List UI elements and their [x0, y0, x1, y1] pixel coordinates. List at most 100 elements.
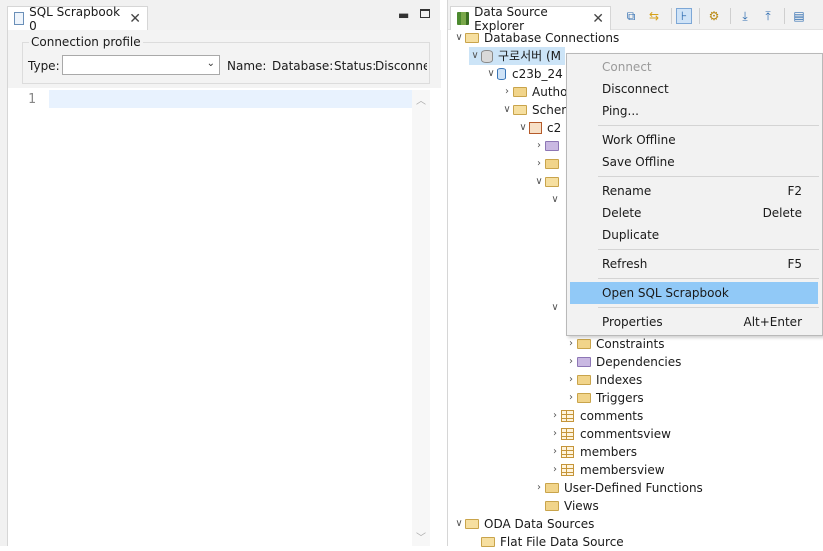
new-connection-icon[interactable]: ⚙ — [706, 8, 722, 24]
menu-item-disconnect[interactable]: Disconnect — [570, 78, 818, 100]
tree-user-defined-functions[interactable]: › User-Defined Functions — [533, 479, 703, 497]
scroll-down-icon[interactable]: ﹀ — [416, 529, 426, 544]
folder-open-icon — [513, 105, 527, 115]
table-icon — [561, 410, 574, 422]
editor-scrollbar[interactable]: ︿ ﹀ — [412, 90, 430, 546]
folder-open-icon — [465, 33, 479, 43]
hierarchy-toggle-icon[interactable]: ⊦ — [676, 8, 692, 24]
menu-item-open-sql-scrapbook[interactable]: Open SQL Scrapbook — [570, 282, 818, 304]
menu-item-delete[interactable]: Delete Delete — [570, 202, 818, 224]
chevron-right-icon[interactable]: › — [565, 371, 577, 389]
chevron-right-icon[interactable]: › — [501, 83, 513, 101]
tree-label: Views — [564, 499, 599, 513]
tree-table-expander[interactable]: ∨ — [549, 191, 561, 209]
menu-item-refresh[interactable]: Refresh F5 — [570, 253, 818, 275]
tree-label: ODA Data Sources — [484, 517, 595, 531]
chevron-right-icon[interactable]: › — [549, 461, 561, 479]
tree-label: 구로서버 (M — [498, 49, 562, 63]
tab-data-source-explorer[interactable]: Data Source Explorer ✕ — [450, 5, 611, 33]
tree-table-commentsview[interactable]: › commentsview — [549, 425, 671, 443]
chevron-right-icon[interactable]: › — [549, 425, 561, 443]
tree-dependencies[interactable]: › Dependencies — [565, 353, 681, 371]
tree-label: comments — [580, 409, 644, 423]
menu-item-label: Properties — [602, 315, 663, 329]
tree-indexes[interactable]: › Indexes — [565, 371, 642, 389]
chevron-right-icon[interactable]: › — [533, 137, 545, 155]
tree-database-node[interactable]: ∨ c23b_24 — [485, 65, 562, 83]
tree-table-expander[interactable]: ∨ — [549, 299, 561, 317]
tree-label: Indexes — [596, 373, 643, 387]
menu-item-label: Work Offline — [602, 133, 676, 147]
type-select[interactable]: ⌄ — [62, 55, 220, 75]
chevron-down-icon[interactable]: ∨ — [549, 191, 561, 209]
tree-label: commentsview — [580, 427, 671, 441]
tree-database-connections[interactable]: ∨ Database Connections — [453, 29, 619, 47]
menu-item-connect[interactable]: Connect — [570, 56, 818, 78]
tree-label: Dependencies — [596, 355, 682, 369]
minimize-icon[interactable]: ▬ — [398, 8, 409, 22]
table-icon — [561, 428, 574, 440]
menu-item-save-offline[interactable]: Save Offline — [570, 151, 818, 173]
menu-item-label: Save Offline — [602, 155, 675, 169]
close-tab-icon[interactable]: ✕ — [129, 12, 141, 26]
chevron-down-icon[interactable]: ∨ — [533, 173, 545, 191]
chevron-down-icon[interactable]: ∨ — [501, 101, 513, 119]
tree-constraints[interactable]: › Constraints — [565, 335, 664, 353]
tree-schemas[interactable]: ∨ Schem — [501, 101, 573, 119]
close-tab-icon[interactable]: ✕ — [592, 12, 604, 26]
chevron-down-icon[interactable]: ∨ — [549, 299, 561, 317]
menu-separator — [598, 176, 819, 177]
tree-table-membersview[interactable]: › membersview — [549, 461, 665, 479]
folder-icon — [545, 483, 559, 493]
chevron-down-icon[interactable]: ∨ — [453, 29, 465, 47]
sql-file-icon — [14, 12, 25, 25]
chevron-down-icon[interactable]: ∨ — [453, 515, 465, 533]
chevron-right-icon[interactable]: › — [565, 335, 577, 353]
link-editor-icon[interactable]: ⇆ — [646, 8, 662, 24]
tree-schema-node[interactable]: ∨ c2 — [517, 119, 561, 137]
chevron-down-icon[interactable]: ∨ — [485, 65, 497, 83]
tree-table-members[interactable]: › members — [549, 443, 637, 461]
view-menu-icon[interactable]: ▤ — [791, 8, 807, 24]
folder-icon — [545, 141, 559, 151]
menu-item-rename[interactable]: Rename F2 — [570, 180, 818, 202]
maximize-icon[interactable] — [420, 9, 430, 18]
chevron-down-icon[interactable]: ∨ — [517, 119, 529, 137]
database-server-icon — [481, 49, 493, 63]
tab-sql-scrapbook[interactable]: SQL Scrapbook 0 ✕ — [7, 5, 148, 33]
tree-views[interactable]: Views — [533, 497, 599, 515]
chevron-right-icon[interactable]: › — [565, 389, 577, 407]
menu-item-ping[interactable]: Ping... — [570, 100, 818, 122]
tree-flat-file-data-source[interactable]: Flat File Data Source — [469, 533, 624, 551]
tree-sub-folder[interactable]: ∨ — [533, 173, 564, 191]
tree-label: membersview — [580, 463, 665, 477]
tree-table-comments[interactable]: › comments — [549, 407, 643, 425]
editor-gutter: 1 — [22, 90, 48, 546]
menu-item-label: Refresh — [602, 257, 648, 271]
tree-triggers[interactable]: › Triggers — [565, 389, 644, 407]
import-icon[interactable]: ⤓ — [737, 8, 753, 24]
sql-editor-text-area[interactable] — [49, 90, 412, 108]
chevron-right-icon[interactable]: › — [549, 443, 561, 461]
collapse-all-icon[interactable]: ⧉ — [623, 8, 639, 24]
chevron-right-icon[interactable]: › — [533, 155, 545, 173]
tree-server-node[interactable]: ∨ 구로서버 (M — [469, 47, 566, 65]
chevron-right-icon[interactable]: › — [533, 479, 545, 497]
menu-item-properties[interactable]: Properties Alt+Enter — [570, 311, 818, 333]
chevron-right-icon[interactable]: › — [549, 407, 561, 425]
chevron-right-icon[interactable]: › — [565, 353, 577, 371]
folder-open-icon — [545, 177, 559, 187]
menu-item-label: Ping... — [602, 104, 639, 118]
menu-item-duplicate[interactable]: Duplicate — [570, 224, 818, 246]
tree-sub-folder[interactable]: › — [533, 155, 564, 173]
tree-authorization[interactable]: › Autho — [501, 83, 567, 101]
menu-item-work-offline[interactable]: Work Offline — [570, 129, 818, 151]
tree-label: Constraints — [596, 337, 665, 351]
database-icon — [497, 68, 506, 80]
chevron-down-icon[interactable]: ∨ — [469, 47, 481, 65]
tree-oda-data-sources[interactable]: ∨ ODA Data Sources — [453, 515, 594, 533]
tree-sub-folder[interactable]: › — [533, 137, 564, 155]
database-label: Database: — [272, 59, 334, 73]
export-icon[interactable]: ⤒ — [760, 8, 776, 24]
scroll-up-icon[interactable]: ︿ — [416, 92, 426, 107]
